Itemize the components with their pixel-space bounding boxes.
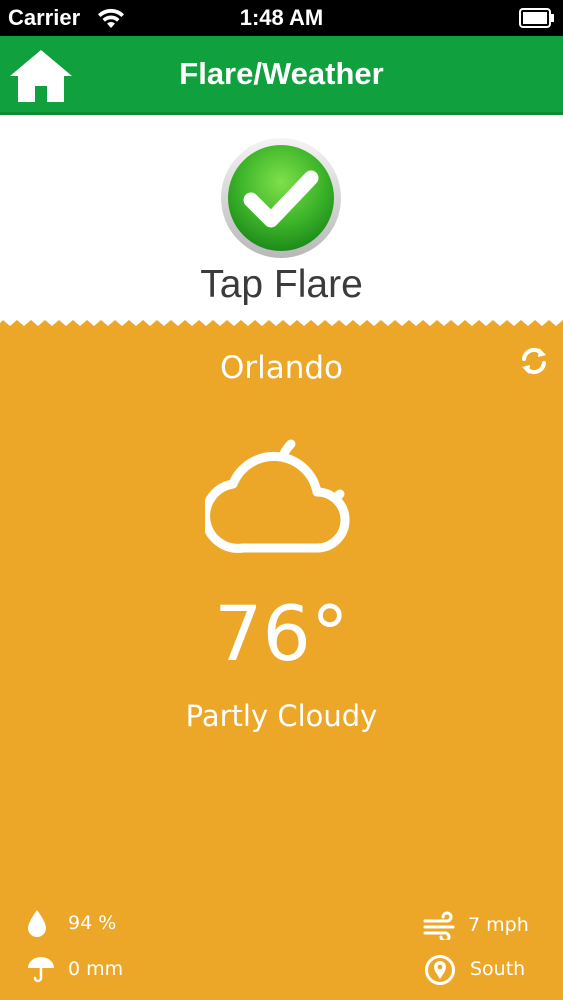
compass-icon — [425, 955, 455, 985]
wind-direction-stat: South — [424, 954, 552, 985]
weather-condition: Partly Cloudy — [185, 699, 378, 733]
city-name: Orlando — [219, 350, 344, 386]
wind-direction-value: South — [470, 958, 526, 980]
precipitation-stat: 0 mm — [26, 954, 166, 984]
nav-bar: Flare/Weather — [0, 36, 563, 115]
flare-section: Tap Flare — [0, 115, 563, 320]
status-bar: Carrier 1:48 AM — [0, 0, 563, 36]
partly-cloudy-night-icon — [205, 439, 350, 553]
wind-speed-stat: 7 mph — [422, 910, 552, 940]
umbrella-icon — [28, 957, 54, 983]
wind-icon — [423, 911, 455, 940]
flare-label: Tap Flare — [200, 263, 363, 306]
flare-button[interactable] — [219, 136, 343, 260]
refresh-button[interactable] — [519, 346, 549, 376]
droplet-icon — [28, 910, 46, 937]
zigzag-divider — [0, 316, 563, 330]
precipitation-value: 0 mm — [68, 958, 124, 980]
humidity-value: 94 % — [68, 912, 117, 934]
status-time: 1:48 AM — [239, 5, 324, 30]
page-title: Flare/Weather — [179, 56, 384, 91]
humidity-stat: 94 % — [26, 908, 166, 938]
battery-icon — [519, 8, 554, 28]
weather-section: Orlando 76° Partly Cloudy 94 % 0 mm 7 mp… — [0, 330, 563, 1000]
wind-speed-value: 7 mph — [468, 914, 529, 936]
temperature: 76° — [214, 589, 349, 678]
